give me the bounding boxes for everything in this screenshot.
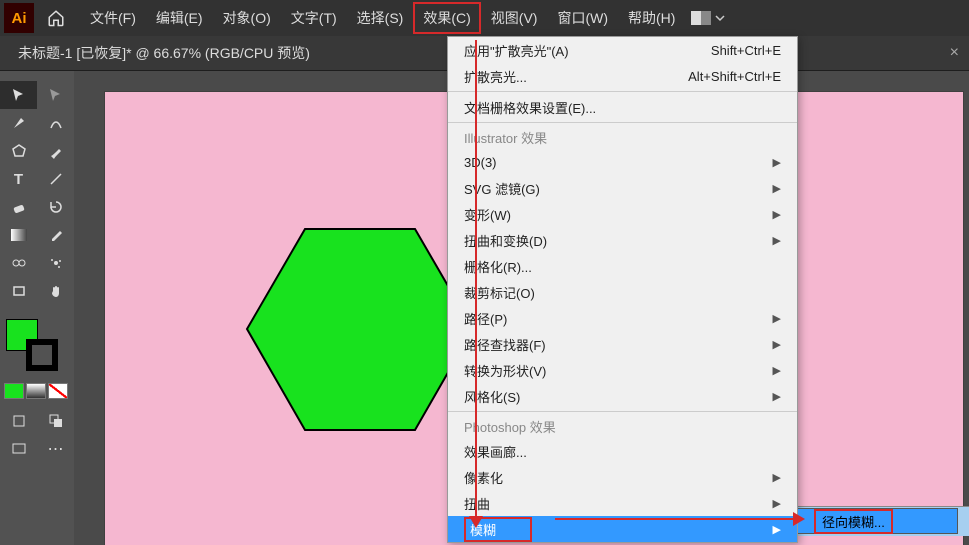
gradient-tool[interactable] (0, 221, 37, 249)
menu-view[interactable]: 视图(V) (481, 2, 548, 34)
menu-edit[interactable]: 编辑(E) (146, 2, 213, 34)
pen-tool[interactable] (0, 109, 37, 137)
toolbar: T (0, 71, 74, 545)
menu-effect[interactable]: 效果(C) (413, 2, 480, 34)
edit-toolbar[interactable]: ⋯ (37, 435, 74, 463)
color-mode-none[interactable] (48, 383, 68, 399)
eraser-tool[interactable] (0, 193, 37, 221)
color-mode-swatches (0, 383, 74, 399)
menu-pathfinder[interactable]: 路径查找器(F)▶ (448, 331, 797, 357)
annotation-arrow-vertical (475, 40, 477, 520)
app-logo: Ai (4, 3, 34, 33)
hexagon-shape[interactable] (245, 227, 475, 432)
eyedropper-tool[interactable] (37, 221, 74, 249)
stroke-swatch[interactable] (26, 339, 58, 371)
menu-path[interactable]: 路径(P)▶ (448, 305, 797, 331)
menu-window[interactable]: 窗口(W) (547, 2, 618, 34)
drawing-mode-behind[interactable] (37, 407, 74, 435)
hand-tool[interactable] (37, 277, 74, 305)
drawing-mode-normal[interactable] (0, 407, 37, 435)
menu-distort-ps[interactable]: 扭曲▶ (448, 490, 797, 516)
menu-crop-marks[interactable]: 裁剪标记(O) (448, 279, 797, 305)
menu-warp[interactable]: 变形(W)▶ (448, 201, 797, 227)
menu-convert-shape[interactable]: 转换为形状(V)▶ (448, 357, 797, 383)
color-mode-gradient[interactable] (26, 383, 46, 399)
menu-rasterize[interactable]: 栅格化(R)... (448, 253, 797, 279)
type-tool[interactable]: T (0, 165, 37, 193)
menu-distort-transform[interactable]: 扭曲和变换(D)▶ (448, 227, 797, 253)
menu-stylize[interactable]: 风格化(S)▶ (448, 383, 797, 409)
document-close-button[interactable]: × (940, 44, 969, 62)
menu-3d[interactable]: 3D(3)▶ (448, 149, 797, 175)
annotation-arrowhead-right (793, 512, 805, 526)
curvature-tool[interactable] (37, 109, 74, 137)
polygon-tool-icon[interactable] (0, 137, 37, 165)
line-tool[interactable] (37, 165, 74, 193)
screen-mode[interactable] (0, 435, 37, 463)
direct-selection-tool[interactable] (37, 81, 74, 109)
menu-last-effect[interactable]: 扩散亮光...Alt+Shift+Ctrl+E (448, 63, 797, 89)
menu-help[interactable]: 帮助(H) (618, 2, 685, 34)
blend-tool[interactable] (0, 249, 37, 277)
menu-pixelate[interactable]: 像素化▶ (448, 464, 797, 490)
annotation-arrow-horizontal (555, 518, 795, 520)
effect-menu-dropdown: 应用"扩散亮光"(A)Shift+Ctrl+E 扩散亮光...Alt+Shift… (447, 36, 798, 543)
artboard-tool[interactable] (0, 277, 37, 305)
menu-apply-last-effect[interactable]: 应用"扩散亮光"(A)Shift+Ctrl+E (448, 37, 797, 63)
menu-file[interactable]: 文件(F) (80, 2, 146, 34)
menu-section-illustrator: Illustrator 效果 (448, 125, 797, 149)
menu-svg-filters[interactable]: SVG 滤镜(G)▶ (448, 175, 797, 201)
menu-type[interactable]: 文字(T) (281, 2, 347, 34)
workspace-switcher[interactable] (691, 11, 725, 25)
home-icon[interactable] (42, 4, 70, 32)
rotate-tool[interactable] (37, 193, 74, 221)
menu-document-raster-settings[interactable]: 文档栅格效果设置(E)... (448, 94, 797, 120)
annotation-arrowhead-down (469, 516, 483, 528)
menubar: Ai 文件(F) 编辑(E) 对象(O) 文字(T) 选择(S) 效果(C) 视… (0, 0, 969, 36)
menu-object[interactable]: 对象(O) (213, 2, 281, 34)
selection-tool[interactable] (0, 81, 37, 109)
blur-submenu: 径向模糊... (798, 508, 958, 534)
menu-effect-gallery[interactable]: 效果画廊... (448, 438, 797, 464)
document-tab[interactable]: 未标题-1 [已恢复]* @ 66.67% (RGB/CPU 预览) (0, 36, 328, 70)
color-mode-solid[interactable] (4, 383, 24, 399)
symbol-sprayer-tool[interactable] (37, 249, 74, 277)
menu-select[interactable]: 选择(S) (347, 2, 414, 34)
menu-section-photoshop: Photoshop 效果 (448, 414, 797, 438)
color-swatch[interactable] (0, 319, 74, 379)
paintbrush-tool[interactable] (37, 137, 74, 165)
submenu-radial-blur[interactable]: 径向模糊... (798, 509, 957, 533)
